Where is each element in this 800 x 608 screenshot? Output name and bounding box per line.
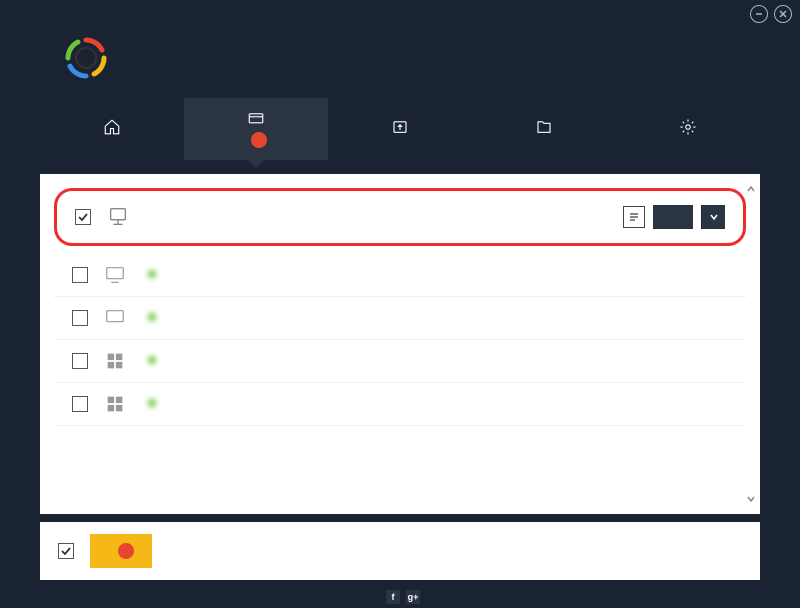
windows-device-icon (104, 350, 126, 372)
facebook-icon[interactable]: f (386, 590, 400, 604)
close-button[interactable] (774, 5, 792, 23)
windows-device-icon (104, 393, 126, 415)
home-icon (102, 118, 122, 136)
display-device-icon (104, 264, 126, 286)
nav-home[interactable] (40, 98, 184, 160)
updates-icon (246, 110, 266, 128)
nav-driver-updates[interactable] (184, 98, 328, 160)
nav-backup[interactable] (328, 98, 472, 160)
checkbox[interactable] (72, 310, 88, 326)
status-dot-icon (148, 356, 156, 364)
driver-row (54, 340, 746, 383)
update-button[interactable] (653, 205, 693, 229)
update-dropdown[interactable] (701, 205, 725, 229)
status-dot-icon (148, 270, 156, 278)
nav-restore[interactable] (472, 98, 616, 160)
nav-settings[interactable] (616, 98, 760, 160)
driver-row (54, 383, 746, 426)
checkbox[interactable] (72, 353, 88, 369)
info-button[interactable] (623, 206, 645, 228)
restore-icon (534, 118, 554, 136)
checkbox[interactable] (75, 209, 91, 225)
select-all-checkbox[interactable] (58, 543, 74, 559)
driver-row-highlighted (54, 188, 746, 246)
minimize-button[interactable] (750, 5, 768, 23)
updates-badge (251, 132, 267, 148)
driver-row (54, 254, 746, 297)
checkbox[interactable] (72, 396, 88, 412)
status-dot-icon (148, 313, 156, 321)
audio-device-icon (104, 307, 126, 329)
settings-icon (678, 118, 698, 136)
backup-icon (390, 118, 410, 136)
scroll-down-icon[interactable] (746, 494, 756, 504)
download-install-button[interactable] (90, 534, 152, 568)
download-badge (118, 543, 134, 559)
driver-list-panel (40, 174, 760, 514)
googleplus-icon[interactable]: g+ (406, 590, 420, 604)
status-dot-icon (148, 399, 156, 407)
checkbox[interactable] (72, 267, 88, 283)
scroll-up-icon[interactable] (746, 184, 756, 194)
bottom-bar (40, 522, 760, 580)
driver-row (54, 297, 746, 340)
scrollbar[interactable] (744, 184, 758, 504)
network-device-icon (107, 206, 129, 228)
app-logo (64, 36, 108, 80)
